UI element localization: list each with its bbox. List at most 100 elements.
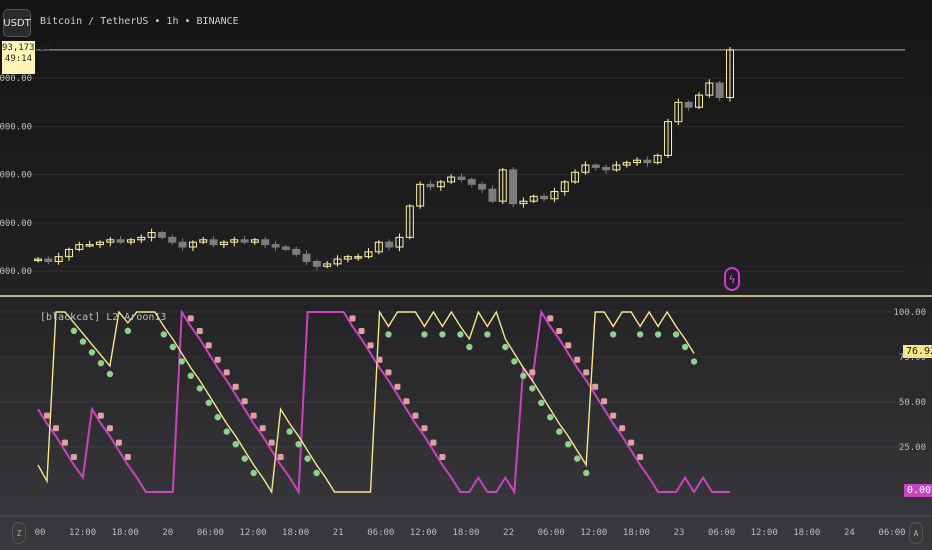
- aroon-up-value-badge: 76.92: [903, 345, 932, 358]
- candle-down: [467, 178, 476, 185]
- aroon-down-marker: [97, 412, 104, 419]
- aroon-down-marker: [124, 454, 131, 460]
- aroon-down-marker: [214, 356, 221, 363]
- aroon-down-marker: [223, 369, 230, 376]
- aroon-down-marker: [637, 454, 644, 460]
- candle-down: [602, 166, 611, 171]
- candle-down: [168, 236, 177, 243]
- signal-markers: [43, 315, 698, 477]
- candle-down: [178, 241, 187, 248]
- indicator-tick-label: 100.00: [893, 308, 926, 318]
- candle-down: [457, 176, 466, 180]
- aroon-down-marker: [601, 398, 608, 405]
- candle-down: [240, 239, 249, 243]
- aroon-up-marker: [439, 331, 446, 338]
- candle-down: [302, 253, 311, 262]
- aroon-up-marker: [466, 343, 473, 351]
- time-tick-label: 18:00: [793, 528, 820, 538]
- aroon-up-marker: [385, 331, 392, 338]
- candle-down: [591, 164, 600, 168]
- candle-down: [385, 241, 394, 248]
- aroon-up-marker: [511, 358, 518, 365]
- zoom-left-button[interactable]: Z: [12, 522, 26, 544]
- aroon-down-marker: [277, 454, 284, 460]
- aroon-down-marker: [70, 454, 77, 460]
- symbol-button[interactable]: USDT: [3, 9, 31, 37]
- aroon-down-marker: [358, 328, 365, 334]
- aroon-up-marker: [681, 343, 689, 351]
- indicator-tick-label: 25.00: [899, 443, 926, 453]
- aroon-up-marker: [304, 455, 311, 462]
- candle-down: [271, 244, 280, 248]
- chart-canvas[interactable]: 84,000.00 86,000.00 88,000.00 90,000.00 92,0…: [0, 0, 932, 550]
- aroon-up-marker: [160, 331, 168, 338]
- price-tick-label: 86,000.00: [0, 219, 32, 229]
- chart-title: Bitcoin / TetherUS • 1h • BINANCE: [40, 16, 239, 27]
- time-tick-label: 06:00: [197, 528, 224, 538]
- time-tick-label: 06:00: [367, 528, 394, 538]
- aroon-down-marker: [241, 398, 248, 405]
- aroon-up-marker: [654, 331, 662, 338]
- time-tick-label: 12:00: [751, 528, 778, 538]
- aroon-up-marker: [88, 349, 96, 356]
- aroon-down-marker: [106, 425, 113, 432]
- candle-down: [488, 188, 497, 202]
- price-axis: 84,000.00 86,000.00 88,000.00 90,000.00 92,0…: [0, 74, 32, 277]
- candle-down: [715, 82, 724, 99]
- indicator-label: [blackcat] L2 Aroon13: [40, 312, 167, 323]
- aroon-down-marker: [574, 356, 581, 363]
- aroon-up-marker: [502, 343, 509, 351]
- candle-down: [281, 246, 290, 250]
- aroon-down-marker: [232, 383, 239, 390]
- price-tick-label: 90,000.00: [0, 122, 32, 132]
- time-tick-label: 18:00: [623, 528, 650, 538]
- aroon-up-marker: [124, 327, 132, 334]
- price-tick-label: 88,000.00: [0, 171, 32, 181]
- candle-down: [684, 101, 693, 108]
- aroon-down-marker: [421, 425, 428, 432]
- last-price-box: 93,173.20 49:14: [2, 41, 51, 74]
- aroon-up-marker: [609, 331, 617, 338]
- aroon-down-marker: [385, 369, 392, 376]
- aroon-up-marker: [421, 331, 428, 338]
- aroon-down-marker: [529, 369, 536, 376]
- aroon-down-marker: [196, 328, 203, 334]
- time-tick-label: 06:00: [538, 528, 565, 538]
- aroon-up-marker: [583, 469, 590, 477]
- aroon-down-marker: [115, 439, 122, 446]
- aroon-down-marker: [547, 315, 554, 322]
- aroon-up-marker: [79, 338, 87, 345]
- aroon-down-marker: [367, 342, 374, 349]
- time-tick-label: 21: [333, 528, 344, 538]
- indicator-tick-label: 50.00: [899, 398, 926, 408]
- aroon-up-marker: [672, 331, 680, 338]
- aroon-up-marker: [565, 441, 572, 448]
- aroon-down-marker: [619, 425, 626, 432]
- aroon-down-marker: [259, 425, 266, 432]
- aroon-down-marker: [412, 412, 419, 419]
- aroon-up-marker: [529, 385, 536, 392]
- aroon-up-marker: [232, 441, 239, 448]
- aroon-down-value-badge: 0.00: [904, 484, 932, 497]
- time-axis: 00 12:00 18:00 20 06:00 12:00 18:00 21 06:00 12:0…: [35, 528, 906, 538]
- lightning-icon[interactable]: ϟ: [724, 267, 740, 291]
- aroon-up-marker: [574, 455, 581, 462]
- aroon-up-marker: [241, 455, 248, 462]
- auto-scale-button[interactable]: A: [909, 522, 923, 544]
- candle-down: [643, 159, 652, 164]
- aroon-up-marker: [70, 327, 78, 334]
- aroon-down-marker: [628, 439, 635, 446]
- candle-down: [478, 183, 487, 190]
- aroon-down-marker: [592, 383, 599, 390]
- aroon-down-marker: [403, 398, 410, 405]
- time-tick-label: 23: [674, 528, 685, 538]
- time-tick-label: 18:00: [452, 528, 479, 538]
- time-tick-label: 06:00: [878, 528, 905, 538]
- aroon-down-marker: [439, 454, 446, 460]
- aroon-down-marker: [376, 356, 383, 363]
- aroon-down-marker: [187, 315, 194, 322]
- aroon-up-marker: [547, 414, 554, 421]
- aroon-up-marker: [520, 372, 527, 379]
- indicator-axis: 100.0075.0050.0025.00: [893, 308, 926, 453]
- aroon-up-marker: [169, 343, 177, 351]
